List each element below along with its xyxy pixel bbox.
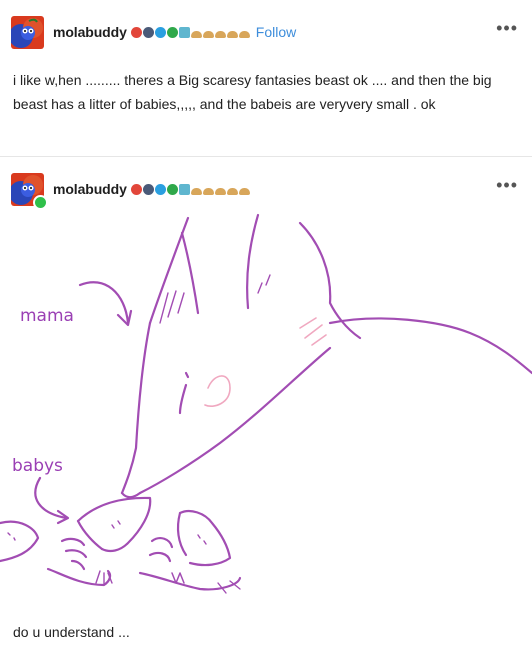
post-1: molabuddy Follow ••• i like w,hen ......…	[0, 0, 532, 156]
beast-drawing: mama babys	[0, 213, 532, 594]
avatar-pikmin-icon	[11, 15, 44, 49]
badge-green-check-icon	[166, 183, 178, 195]
avatar[interactable]	[11, 172, 48, 210]
label-mama: mama	[20, 306, 74, 326]
username[interactable]: molabuddy	[53, 24, 127, 40]
beast-eye	[178, 383, 188, 415]
badge-hat-icon	[202, 187, 214, 195]
badge-fountain-icon	[178, 26, 190, 38]
beast-jaw	[138, 346, 332, 495]
avatar[interactable]	[11, 15, 44, 49]
post-2-caption: do u understand ...	[13, 624, 130, 640]
baby-1	[76, 496, 152, 553]
more-options-icon[interactable]: •••	[496, 175, 518, 196]
badge-fountain-icon	[178, 183, 190, 195]
online-status-icon	[33, 194, 48, 210]
beast-ear-mid	[180, 231, 200, 315]
badge-hat-icon	[214, 187, 226, 195]
badge-blue-check-icon	[154, 26, 166, 38]
badge-hat-icon	[226, 30, 238, 38]
badge-green-check-icon	[166, 26, 178, 38]
badge-hat-icon	[238, 30, 250, 38]
beast-face-left	[120, 321, 152, 495]
badge-gear-icon	[142, 183, 154, 195]
badge-blue-check-icon	[154, 183, 166, 195]
beast-eye-dash	[184, 371, 190, 379]
baby-2	[178, 509, 232, 567]
badge-red-icon	[130, 26, 142, 38]
post-1-body: i like w,hen ......... theres a Big scar…	[13, 72, 492, 112]
badge-hat-icon	[226, 187, 238, 195]
badge-red-icon	[130, 183, 142, 195]
baby-left	[0, 520, 40, 563]
babys-arrow	[34, 476, 68, 520]
badge-gear-icon	[142, 26, 154, 38]
more-options-icon[interactable]: •••	[496, 18, 518, 39]
badge-hat-icon	[238, 187, 250, 195]
label-babys: babys	[12, 456, 63, 476]
badge-hat-icon	[190, 187, 202, 195]
post-2-header: molabuddy	[11, 171, 250, 210]
badge-hat-icon	[202, 30, 214, 38]
beast-snout-tip	[120, 491, 142, 499]
post-1-header: molabuddy Follow	[11, 14, 296, 50]
badge-hat-icon	[214, 30, 226, 38]
follow-button[interactable]: Follow	[256, 24, 296, 40]
badge-icons	[130, 26, 250, 38]
beast-ear-right	[246, 213, 260, 310]
badge-icons	[130, 183, 250, 195]
badge-hat-icon	[190, 30, 202, 38]
beast-back	[328, 317, 532, 375]
username[interactable]: molabuddy	[53, 181, 127, 197]
